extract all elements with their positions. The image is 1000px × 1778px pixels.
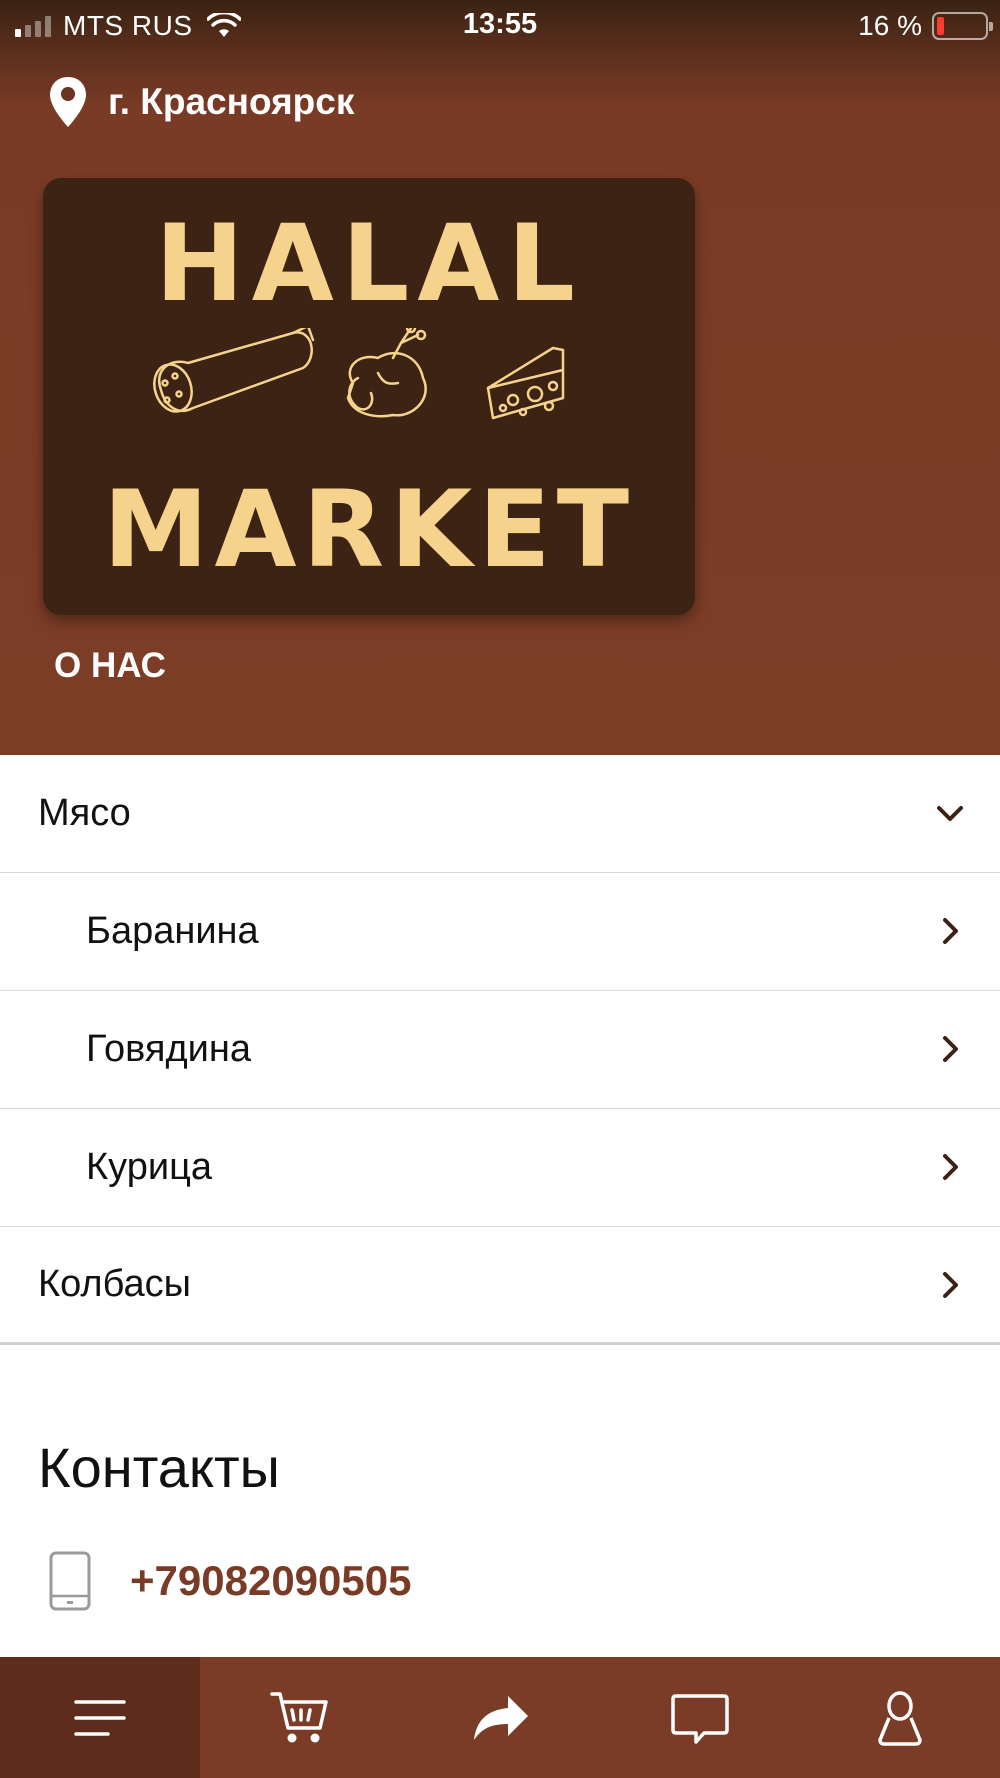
tab-cart[interactable] bbox=[200, 1657, 400, 1778]
chevron-right-icon bbox=[943, 1154, 958, 1180]
about-link[interactable]: О НАС bbox=[54, 646, 166, 686]
bottom-tab-bar bbox=[0, 1657, 1000, 1778]
menu-item-beef[interactable]: Говядина bbox=[0, 991, 1000, 1109]
menu-item-meat[interactable]: Мясо bbox=[0, 755, 1000, 873]
logo-line1: HALAL bbox=[155, 202, 583, 325]
menu-item-sausages[interactable]: Колбасы bbox=[0, 1227, 1000, 1345]
status-time: 13:55 bbox=[462, 8, 538, 40]
menu-item-label: Баранина bbox=[86, 910, 259, 952]
chevron-right-icon bbox=[943, 1036, 958, 1062]
cart-icon bbox=[270, 1691, 328, 1742]
store-logo: HALAL MARKET bbox=[43, 178, 695, 615]
battery-percent: 16 % bbox=[858, 10, 922, 41]
tab-menu[interactable] bbox=[0, 1657, 200, 1778]
menu-item-lamb[interactable]: Баранина bbox=[0, 873, 1000, 991]
phone-contact[interactable]: +79082090505 bbox=[48, 1550, 411, 1612]
status-right: 16 % bbox=[858, 10, 993, 42]
status-bar: MTS RUS 13:55 16 % bbox=[0, 0, 1000, 52]
logo-line2: MARKET bbox=[103, 468, 635, 591]
share-icon bbox=[474, 1695, 528, 1740]
chevron-down-icon bbox=[937, 806, 963, 821]
chat-icon bbox=[671, 1693, 729, 1744]
menu-item-label: Колбасы bbox=[38, 1263, 191, 1305]
mobile-phone-icon bbox=[49, 1551, 91, 1611]
city-selector[interactable]: г. Красноярск bbox=[48, 75, 354, 129]
menu-item-label: Курица bbox=[86, 1146, 212, 1188]
menu-item-label: Говядина bbox=[86, 1028, 252, 1070]
cheese-icon bbox=[486, 346, 565, 420]
category-menu: Мясо Баранина Говядина Курица Колбасы bbox=[0, 755, 1000, 1345]
chevron-right-icon bbox=[943, 918, 958, 944]
profile-icon bbox=[878, 1690, 922, 1746]
menu-item-chicken[interactable]: Курица bbox=[0, 1109, 1000, 1227]
menu-item-label: Мясо bbox=[38, 792, 131, 834]
city-name: г. Красноярск bbox=[108, 81, 355, 122]
tab-share[interactable] bbox=[400, 1657, 600, 1778]
battery-fill bbox=[937, 17, 944, 35]
location-pin-icon bbox=[50, 77, 86, 127]
contacts-title: Контакты bbox=[38, 1436, 280, 1499]
tab-profile[interactable] bbox=[800, 1657, 1000, 1778]
sausage-icon bbox=[153, 328, 315, 413]
chicken-icon bbox=[346, 328, 427, 418]
phone-number: +79082090505 bbox=[130, 1557, 412, 1604]
header-hero: MTS RUS 13:55 16 % г. Красноярск HALAL M… bbox=[0, 0, 1000, 755]
tab-chat[interactable] bbox=[600, 1657, 800, 1778]
logo-food-icons bbox=[153, 328, 565, 420]
chevron-right-icon bbox=[943, 1272, 958, 1298]
battery-icon bbox=[932, 12, 993, 40]
menu-icon bbox=[74, 1699, 126, 1736]
